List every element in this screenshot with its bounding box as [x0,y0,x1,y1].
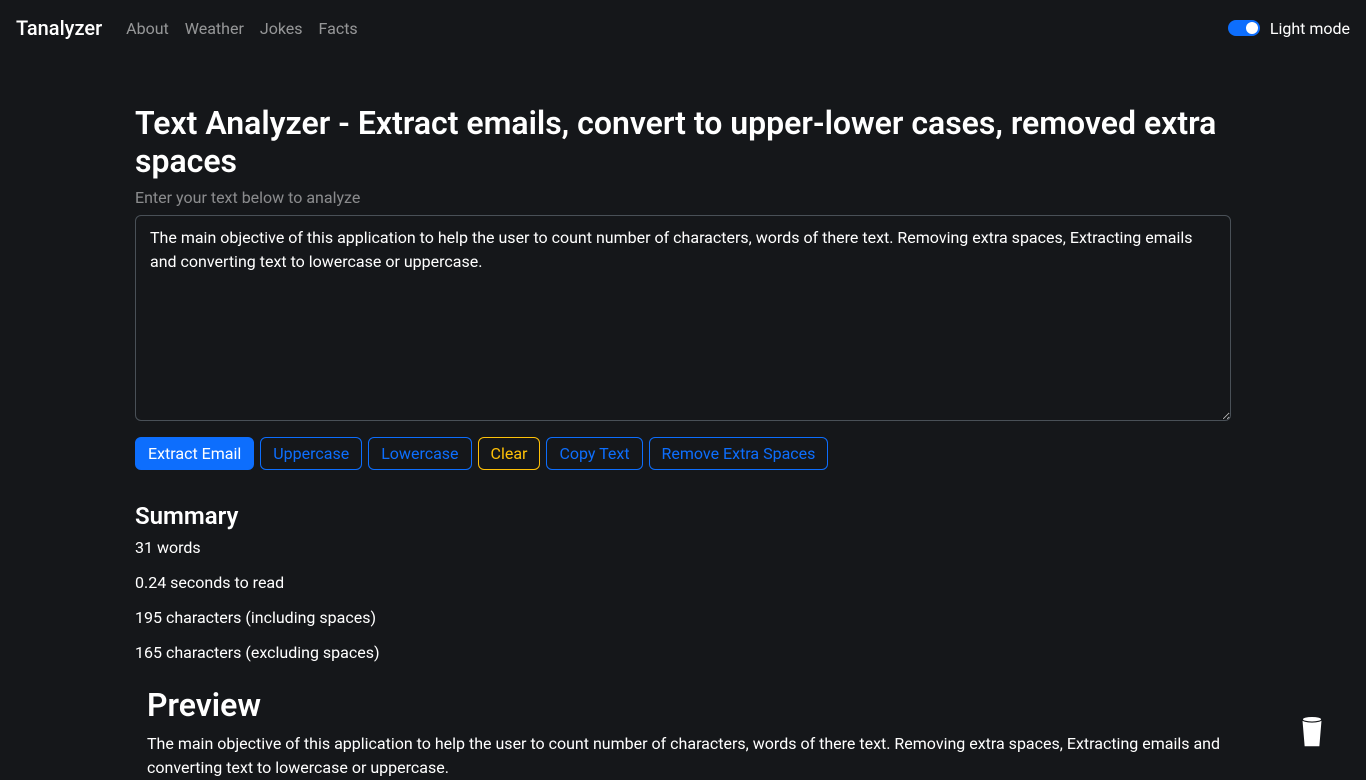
uppercase-button[interactable]: Uppercase [260,437,362,470]
nav-link-jokes[interactable]: Jokes [260,19,303,38]
extract-email-button[interactable]: Extract Email [135,437,254,470]
brand-link[interactable]: Tanalyzer [16,16,102,40]
summary-chars-without-spaces: 165 characters (excluding spaces) [135,643,1231,662]
summary-words: 31 words [135,538,1231,557]
lowercase-button[interactable]: Lowercase [368,437,471,470]
text-input[interactable] [135,215,1231,421]
nav-link-facts[interactable]: Facts [319,19,358,38]
nav-link-about[interactable]: About [126,19,169,38]
remove-extra-spaces-button[interactable]: Remove Extra Spaces [649,437,829,470]
button-row: Extract Email Uppercase Lowercase Clear … [135,437,1231,470]
preview-text: The main objective of this application t… [147,732,1231,780]
preview-section: Preview The main objective of this appli… [135,686,1231,780]
navbar-left: Tanalyzer About Weather Jokes Facts [16,16,358,40]
navbar-right: Light mode [1228,19,1350,38]
page-title: Text Analyzer - Extract emails, convert … [135,104,1231,180]
coffee-cup-button[interactable] [1288,707,1336,755]
clear-button[interactable]: Clear [478,437,541,470]
summary-read-time: 0.24 seconds to read [135,573,1231,592]
main-container: Text Analyzer - Extract emails, convert … [123,104,1243,780]
navbar: Tanalyzer About Weather Jokes Facts Ligh… [0,0,1366,56]
nav-links: About Weather Jokes Facts [126,19,358,38]
coffee-cup-icon [1298,713,1326,749]
copy-text-button[interactable]: Copy Text [546,437,642,470]
toggle-label: Light mode [1270,19,1350,38]
theme-toggle[interactable] [1228,20,1260,36]
summary-chars-with-spaces: 195 characters (including spaces) [135,608,1231,627]
textarea-label: Enter your text below to analyze [135,188,1231,207]
preview-heading: Preview [147,686,1231,724]
toggle-knob [1246,22,1258,34]
nav-link-weather[interactable]: Weather [185,19,244,38]
summary-heading: Summary [135,502,1231,530]
